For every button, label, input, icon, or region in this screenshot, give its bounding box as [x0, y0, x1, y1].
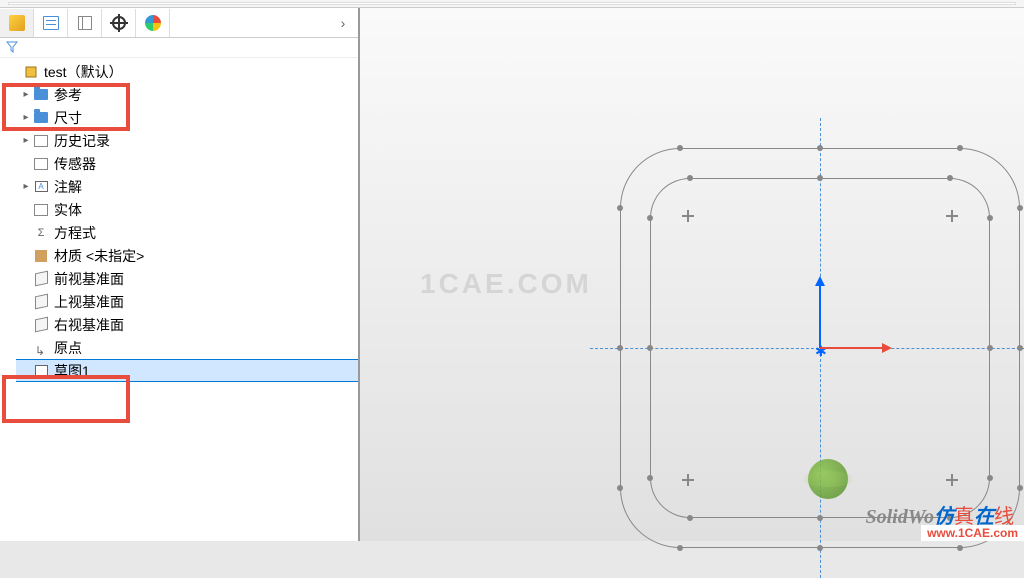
sketch-node[interactable]: [1017, 485, 1023, 491]
sketch-node[interactable]: [1017, 345, 1023, 351]
tree-item-label: 注解: [54, 177, 82, 197]
arc-center-marker[interactable]: [946, 210, 958, 222]
tree-item-sketch1[interactable]: ▸ 草图1: [16, 359, 358, 382]
expand-arrow-icon[interactable]: ▸: [20, 181, 32, 192]
tree-item-equations[interactable]: ▸ Σ 方程式: [16, 221, 358, 244]
folder-icon: [32, 87, 50, 103]
sketch-node[interactable]: [617, 345, 623, 351]
feature-tree: ▸ test（默认） ▸ 参考 ▸ 尺寸 ▸ 历: [0, 58, 358, 384]
plane-icon: [32, 317, 50, 333]
top-ruler-area: [0, 0, 1024, 8]
property-icon: [43, 16, 59, 30]
tree-item-dimensions[interactable]: ▸ 尺寸: [16, 106, 358, 129]
sketch-node[interactable]: [987, 345, 993, 351]
sensor-icon: [32, 156, 50, 172]
sketch-node[interactable]: [957, 145, 963, 151]
annotation-icon: A: [32, 179, 50, 195]
tree-item-origin[interactable]: ▸ 原点: [16, 336, 358, 359]
tree-item-label: 历史记录: [54, 131, 110, 151]
appearance-icon: [145, 15, 161, 31]
panel-expand-button[interactable]: ›: [328, 15, 358, 31]
target-icon: [112, 16, 126, 30]
tree-item-label: 参考: [54, 85, 82, 105]
sketch-node[interactable]: [687, 175, 693, 181]
sketch-node[interactable]: [647, 475, 653, 481]
expand-arrow-icon[interactable]: ▸: [20, 112, 32, 123]
tree-item-solid-bodies[interactable]: ▸ 实体: [16, 198, 358, 221]
plane-icon: [32, 294, 50, 310]
equation-icon: Σ: [32, 225, 50, 241]
history-icon: [32, 133, 50, 149]
sketch-node[interactable]: [987, 215, 993, 221]
expand-arrow-icon[interactable]: ▸: [20, 135, 32, 146]
tree-filter-row[interactable]: [0, 38, 358, 58]
sketch-node[interactable]: [987, 475, 993, 481]
tree-item-label: 前视基准面: [54, 269, 124, 289]
sketch-node[interactable]: [817, 175, 823, 181]
tree-root-part[interactable]: ▸ test（默认）: [6, 60, 358, 83]
tree-item-reference[interactable]: ▸ 参考: [16, 83, 358, 106]
plane-icon: [32, 271, 50, 287]
feature-manager-panel: › ▸ test（默认） ▸ 参考 ▸ 尺: [0, 8, 360, 541]
y-axis-arrow: [816, 278, 824, 348]
tab-feature-manager[interactable]: [0, 9, 34, 37]
expand-arrow-icon[interactable]: ▸: [20, 89, 32, 100]
sketch-node[interactable]: [817, 145, 823, 151]
sketch-node[interactable]: [617, 485, 623, 491]
tree-item-label: 方程式: [54, 223, 96, 243]
sketch-node[interactable]: [947, 175, 953, 181]
sketch-node[interactable]: [687, 515, 693, 521]
tree-item-label: 右视基准面: [54, 315, 124, 335]
watermark-logo-icon: [808, 459, 848, 499]
solid-icon: [32, 202, 50, 218]
tree-root-label: test（默认）: [44, 62, 123, 82]
tree-item-right-plane[interactable]: ▸ 右视基准面: [16, 313, 358, 336]
sketch-node[interactable]: [817, 545, 823, 551]
filter-icon: [6, 41, 18, 53]
sketch-node[interactable]: [647, 215, 653, 221]
tree-item-label: 草图1: [54, 361, 90, 381]
tree-item-annotations[interactable]: ▸ A 注解: [16, 175, 358, 198]
part-icon: [22, 64, 40, 80]
watermark-url: www.1CAE.com: [921, 525, 1024, 541]
tree-item-label: 尺寸: [54, 108, 82, 128]
tree-item-label: 材质 <未指定>: [54, 246, 144, 266]
tab-configuration-manager[interactable]: [68, 9, 102, 37]
sketch-node[interactable]: [1017, 205, 1023, 211]
tab-display-manager[interactable]: [136, 9, 170, 37]
sketch-node[interactable]: [617, 205, 623, 211]
sketch-node[interactable]: [677, 545, 683, 551]
sketch-node[interactable]: [817, 515, 823, 521]
tree-item-top-plane[interactable]: ▸ 上视基准面: [16, 290, 358, 313]
panel-tab-bar: ›: [0, 8, 358, 38]
arc-center-marker[interactable]: [682, 210, 694, 222]
sketch-icon: [32, 363, 50, 379]
tab-dimxpert[interactable]: [102, 9, 136, 37]
sketch-node[interactable]: [677, 145, 683, 151]
main-container: › ▸ test（默认） ▸ 参考 ▸ 尺: [0, 0, 1024, 541]
arc-center-marker[interactable]: [946, 474, 958, 486]
tree-item-front-plane[interactable]: ▸ 前视基准面: [16, 267, 358, 290]
tree-item-label: 原点: [54, 338, 82, 358]
material-icon: [32, 248, 50, 264]
tree-item-history[interactable]: ▸ 历史记录: [16, 129, 358, 152]
watermark-center: 1CAE.COM: [420, 268, 592, 300]
tree-item-label: 实体: [54, 200, 82, 220]
tree-item-sensors[interactable]: ▸ 传感器: [16, 152, 358, 175]
tab-property-manager[interactable]: [34, 9, 68, 37]
graphics-viewport[interactable]: 1CAE.COM ✱: [360, 8, 1024, 541]
folder-icon: [32, 110, 50, 126]
sketch-node[interactable]: [647, 345, 653, 351]
config-icon: [78, 16, 92, 30]
x-axis-arrow: [820, 344, 890, 352]
arc-center-marker[interactable]: [682, 474, 694, 486]
feature-tree-icon: [9, 15, 25, 31]
sketch-node[interactable]: [957, 545, 963, 551]
tree-item-label: 上视基准面: [54, 292, 124, 312]
tree-item-label: 传感器: [54, 154, 96, 174]
tree-item-material[interactable]: ▸ 材质 <未指定>: [16, 244, 358, 267]
origin-icon: [32, 340, 50, 356]
